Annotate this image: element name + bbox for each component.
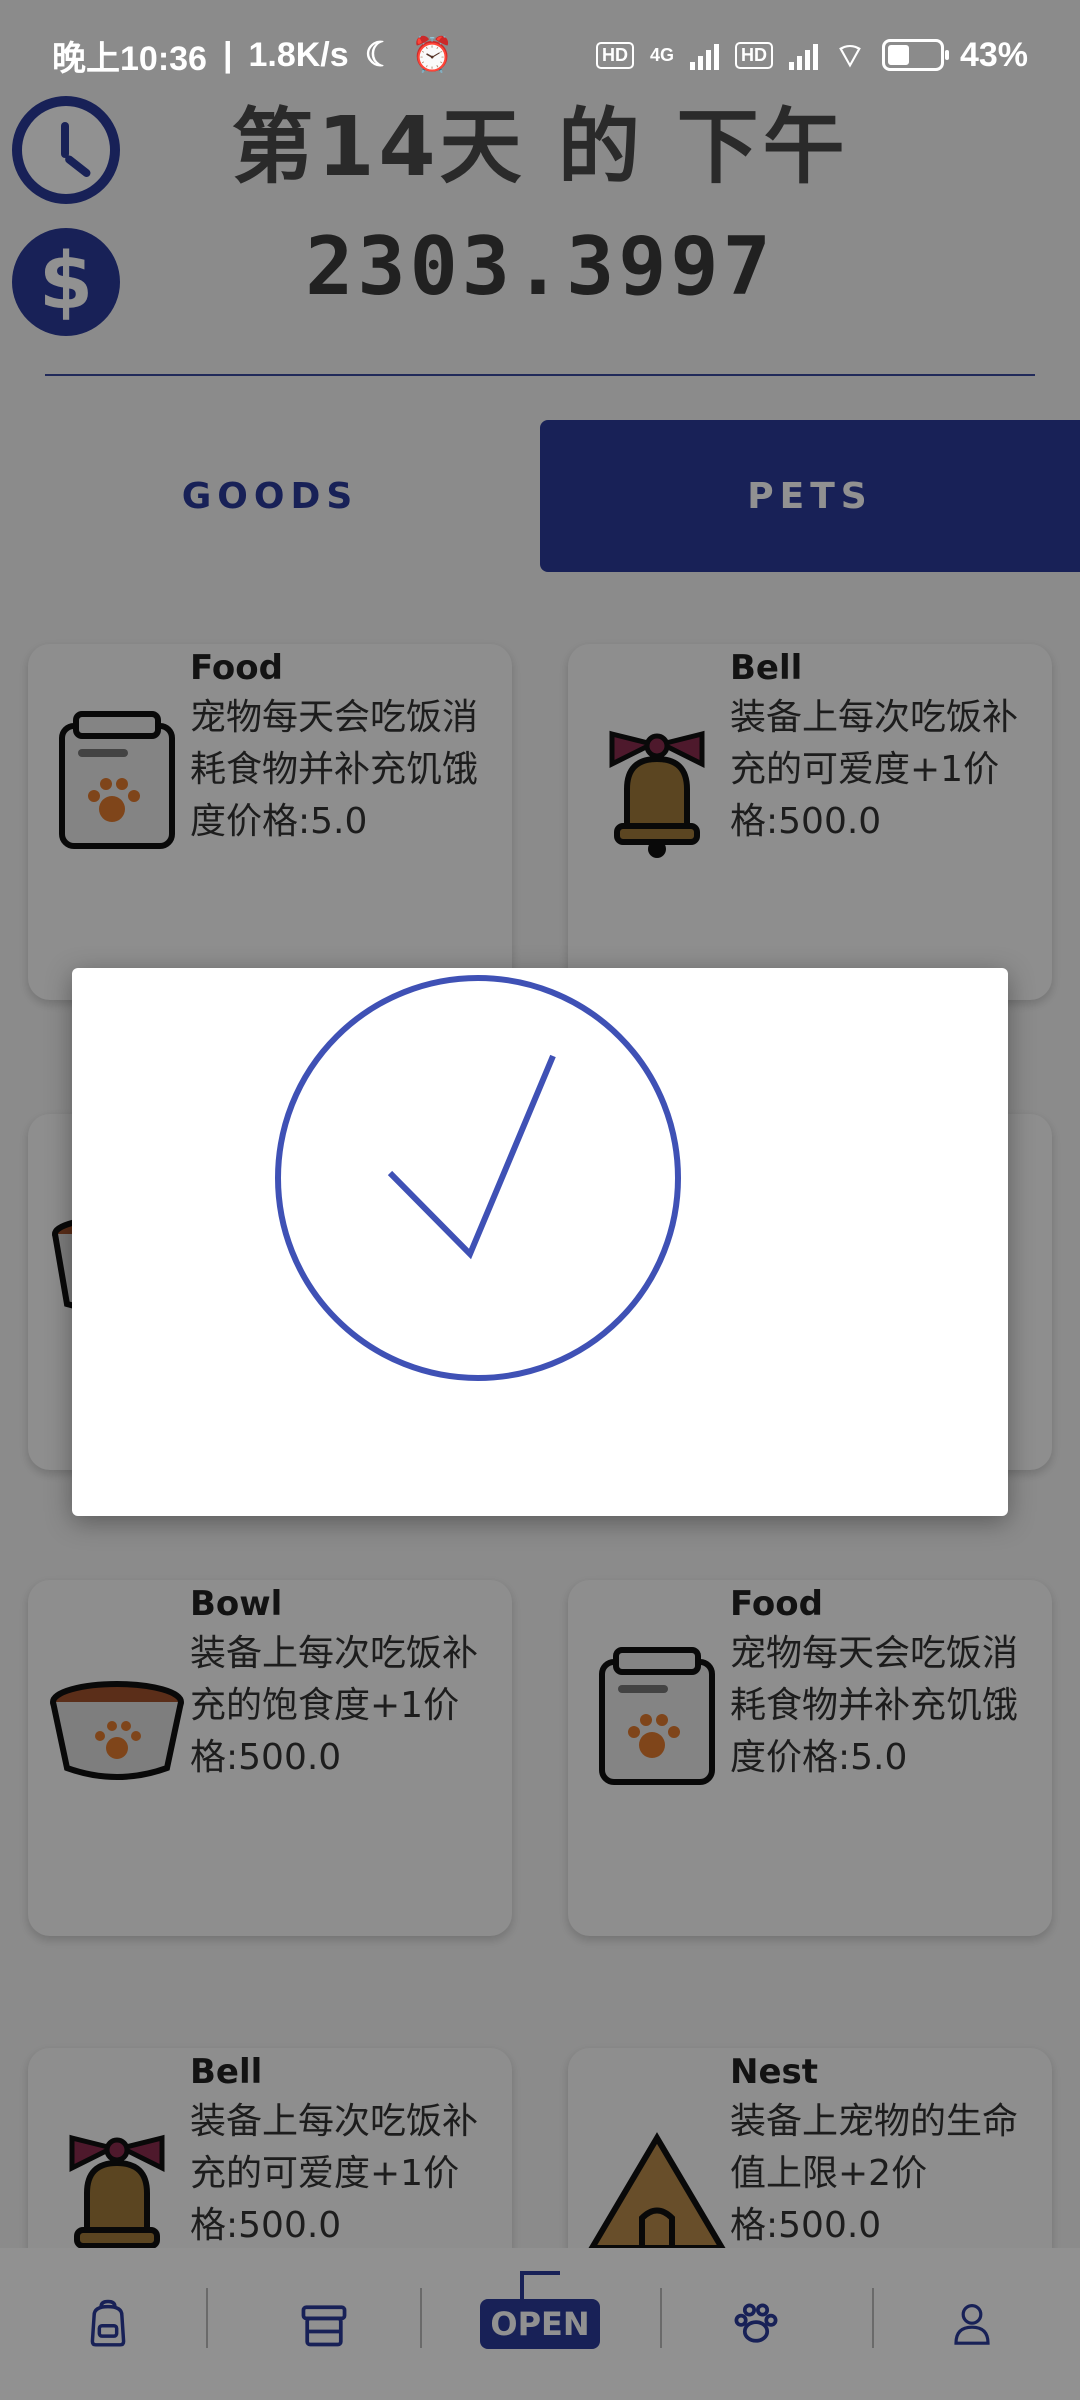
success-check-icon [275,975,681,1381]
signal-icon [689,40,719,70]
wifi-icon: ⌔ [833,36,866,75]
status-time: 晚上10:36 [52,39,207,78]
alarm-icon: ⏰ [411,36,454,74]
hd-icon-2: HD [734,41,773,69]
moon-icon: ☾ [364,36,396,74]
network-label: 4G [649,44,674,65]
signal-icon-2 [788,40,818,70]
status-left: 晚上10:36 | 1.8K/s ☾ ⏰ [52,31,454,80]
status-right: HD 4G HD ⌔ 43% [595,34,1028,77]
status-separator: | [222,35,233,74]
status-bar: 晚上10:36 | 1.8K/s ☾ ⏰ HD 4G HD ⌔ 43% [0,0,1080,110]
battery-level [887,45,910,65]
success-dialog[interactable] [72,968,1008,1516]
hd-icon: HD [595,41,634,69]
status-speed: 1.8K/s [248,35,349,74]
battery-percent: 43% [959,35,1028,74]
battery-icon [881,39,949,71]
